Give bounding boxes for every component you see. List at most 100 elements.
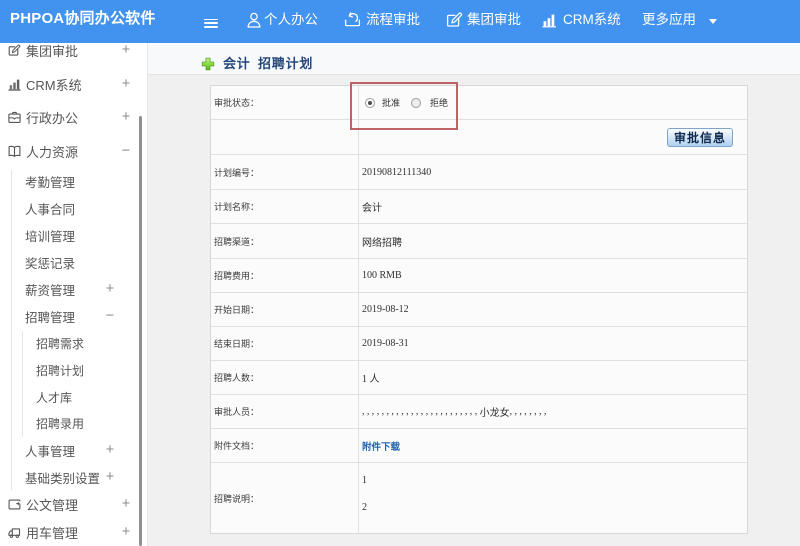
field-label: 开始日期： bbox=[211, 293, 359, 326]
nav-item-more-apps[interactable]: 更多应用 bbox=[642, 0, 696, 40]
sidebar-item-label: 奖惩记录 bbox=[25, 256, 76, 271]
sidebar-item-label: CRM系统 bbox=[26, 77, 82, 93]
sidebar-item-hr-contract[interactable]: 人事合同 bbox=[0, 195, 147, 222]
field-value: 2019-08-12 bbox=[362, 304, 409, 315]
nav-item-personal-office[interactable]: 个人办公 bbox=[264, 0, 318, 40]
sidebar-item-base-category[interactable]: 基础类别设置 + bbox=[0, 464, 147, 491]
form-row-end-date: 结束日期： 2019-08-31 bbox=[211, 327, 747, 361]
sidebar-item-label: 考勤管理 bbox=[25, 175, 76, 190]
sidebar-item-document-mgmt[interactable]: 公文管理 + bbox=[0, 491, 147, 518]
sidebar-item-recruit-demand[interactable]: 招聘需求 bbox=[0, 330, 147, 357]
expand-icon[interactable]: + bbox=[119, 43, 133, 64]
expand-icon[interactable]: + bbox=[119, 491, 133, 518]
caret-down-icon[interactable] bbox=[709, 19, 717, 24]
form-row-start-date: 开始日期： 2019-08-12 bbox=[211, 293, 747, 327]
app-logo: PHPOA协同办公软件 bbox=[10, 10, 156, 27]
expand-icon[interactable]: + bbox=[119, 71, 133, 98]
form-row-cost: 招聘费用： 100 RMB bbox=[211, 259, 747, 293]
sidebar-item-label: 公文管理 bbox=[26, 498, 79, 513]
sidebar-item-talent-pool[interactable]: 人才库 bbox=[0, 384, 147, 411]
sidebar-item-recruit-mgmt[interactable]: 招聘管理 − bbox=[0, 303, 147, 330]
sidebar-item-label: 人事合同 bbox=[25, 202, 76, 217]
process-icon bbox=[344, 12, 361, 27]
sidebar-item-training[interactable]: 培训管理 bbox=[0, 222, 147, 249]
add-icon bbox=[201, 57, 215, 71]
sidebar-item-label: 用车管理 bbox=[26, 526, 79, 541]
radio-approve[interactable] bbox=[365, 97, 375, 108]
sidebar-item-recruit-hire[interactable]: 招聘录用 bbox=[0, 410, 147, 437]
sidebar-item-label: 招聘录用 bbox=[36, 417, 85, 431]
sidebar-item-label: 招聘管理 bbox=[25, 311, 76, 325]
sidebar-item-label: 薪资管理 bbox=[25, 284, 76, 298]
user-icon bbox=[247, 12, 261, 28]
top-navbar: PHPOA协同办公软件 个人办公 流程审批 集团审批 CRM系统 更多应用 bbox=[0, 0, 800, 43]
sidebar-item-label: 人才库 bbox=[36, 390, 73, 405]
sidebar-item-label: 培训管理 bbox=[25, 229, 76, 244]
form-row-approvers: 审批人员： ,,,,,,,,,,,,,,,,,,,,,,,, 小龙女,,,,,,,… bbox=[211, 395, 747, 429]
form-row-headcount: 招聘人数： 1 人 bbox=[211, 361, 747, 395]
sidebar-item-vehicle-mgmt[interactable]: 用车管理 + bbox=[0, 519, 147, 546]
form-row-description: 招聘说明： 1 2 bbox=[211, 463, 747, 533]
menu-toggle-icon[interactable] bbox=[204, 18, 218, 31]
sidebar-item-label: 人力资源 bbox=[26, 144, 79, 160]
nav-item-group-approval[interactable]: 集团审批 bbox=[467, 0, 521, 40]
field-label: 计划编号： bbox=[211, 155, 359, 189]
field-label: 审批状态： bbox=[211, 86, 359, 119]
sidebar-item-personnel-mgmt[interactable]: 人事管理 + bbox=[0, 437, 147, 464]
main-content: 会计 招聘计划 审批状态： 批准 拒绝 审批信息 计划编号： 201908121… bbox=[148, 43, 800, 546]
expand-icon[interactable]: + bbox=[103, 464, 117, 491]
sidebar-item-label: 基础类别设置 bbox=[25, 472, 101, 486]
description-line: 2 bbox=[362, 501, 367, 513]
approvers-commas: ,,,,,,,, bbox=[509, 406, 549, 417]
radio-approve-label[interactable]: 批准 bbox=[382, 96, 400, 109]
sidebar-item-group-approval[interactable]: 集团审批 + bbox=[0, 43, 147, 64]
field-label: 招聘人数： bbox=[211, 361, 359, 394]
form-row-channel: 招聘渠道： 网络招聘 bbox=[211, 224, 747, 259]
form-row-plan-name: 计划名称： 会计 bbox=[211, 190, 747, 224]
field-value: 100 RMB bbox=[362, 270, 402, 281]
menu-bar bbox=[204, 18, 218, 21]
collapse-icon[interactable]: − bbox=[103, 303, 117, 330]
sidebar-item-label: 招聘计划 bbox=[36, 364, 85, 378]
book-icon bbox=[8, 145, 21, 157]
field-value-approvers: ,,,,,,,,,,,,,,,,,,,,,,,, 小龙女,,,,,,,, bbox=[359, 395, 747, 428]
approve-info-button[interactable]: 审批信息 bbox=[667, 127, 733, 147]
field-value-description: 1 2 bbox=[359, 463, 747, 533]
field-value: 网络招聘 bbox=[362, 237, 402, 249]
field-label-empty bbox=[211, 120, 359, 154]
form-row-button: 审批信息 bbox=[211, 120, 747, 155]
expand-icon[interactable]: + bbox=[119, 104, 133, 131]
nav-item-process-approval[interactable]: 流程审批 bbox=[366, 0, 420, 40]
sidebar-item-attendance[interactable]: 考勤管理 bbox=[0, 168, 147, 195]
form-row-status: 审批状态： 批准 拒绝 bbox=[211, 86, 747, 120]
sidebar-scrollbar[interactable] bbox=[139, 116, 142, 546]
sidebar-item-salary[interactable]: 薪资管理 + bbox=[0, 276, 147, 303]
sidebar-item-label: 招聘需求 bbox=[36, 337, 85, 351]
page-title: 会计 招聘计划 bbox=[223, 56, 314, 71]
field-label: 附件文档： bbox=[211, 429, 359, 462]
radio-reject[interactable] bbox=[411, 97, 422, 108]
field-value: 1 人 bbox=[362, 374, 380, 385]
expand-icon[interactable]: + bbox=[103, 276, 117, 303]
radio-reject-label[interactable]: 拒绝 bbox=[430, 96, 448, 109]
sidebar-item-rewards[interactable]: 奖惩记录 bbox=[0, 249, 147, 276]
expand-icon[interactable]: + bbox=[103, 437, 117, 464]
sidebar-item-admin-office[interactable]: 行政办公 + bbox=[0, 104, 147, 131]
attachment-download-link[interactable]: 附件下载 bbox=[362, 439, 400, 453]
app-root: PHPOA协同办公软件 个人办公 流程审批 集团审批 CRM系统 更多应用 集团… bbox=[0, 0, 800, 546]
field-value-status: 批准 拒绝 bbox=[359, 86, 747, 119]
form-row-attachment: 附件文档： 附件下载 bbox=[211, 429, 747, 463]
sidebar-item-label: 人事管理 bbox=[25, 444, 76, 459]
sidebar-item-human-resources[interactable]: 人力资源 − bbox=[0, 138, 147, 165]
form-row-plan-no: 计划编号： 20190812111340 bbox=[211, 155, 747, 190]
field-value: 2019-08-31 bbox=[362, 338, 409, 349]
nav-item-crm-system[interactable]: CRM系统 bbox=[563, 0, 621, 40]
edit-icon bbox=[8, 44, 21, 56]
collapse-icon[interactable]: − bbox=[119, 138, 133, 165]
field-label: 计划名称： bbox=[211, 190, 359, 223]
menu-bar bbox=[204, 26, 218, 29]
expand-icon[interactable]: + bbox=[119, 519, 133, 546]
sidebar-item-crm-system[interactable]: CRM系统 + bbox=[0, 71, 147, 98]
sidebar-item-recruit-plan[interactable]: 招聘计划 bbox=[0, 357, 147, 384]
sidebar-item-label: 集团审批 bbox=[26, 44, 79, 59]
